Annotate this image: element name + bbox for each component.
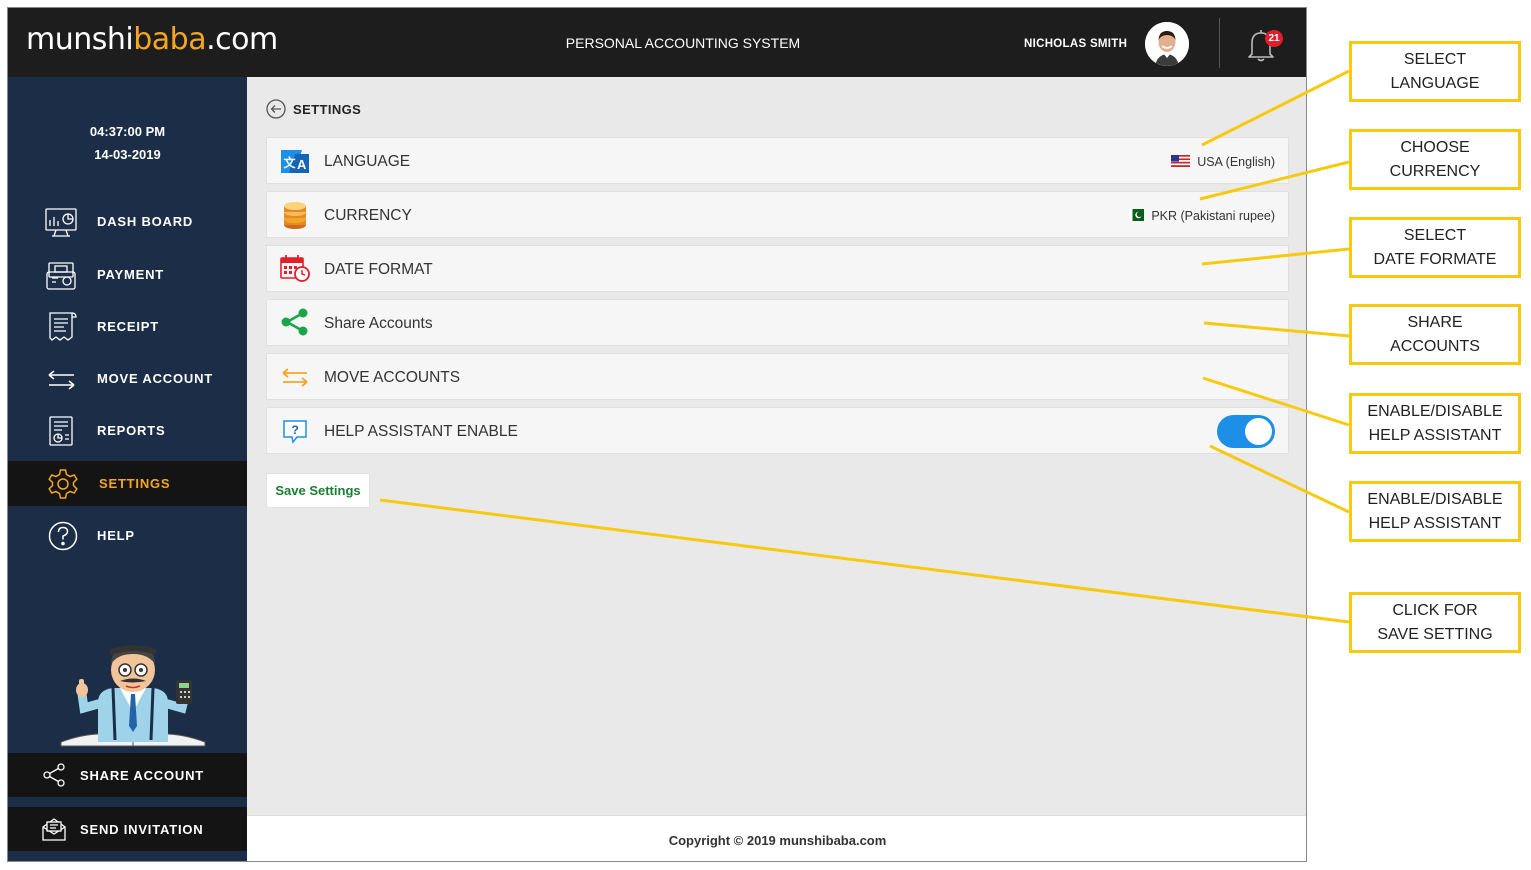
- callout-share-accounts: SHARE ACCOUNTS: [1349, 304, 1521, 365]
- setting-row-share-accounts[interactable]: Share Accounts: [266, 299, 1289, 346]
- sidebar-item-payment[interactable]: PAYMENT: [8, 253, 247, 296]
- svg-text:文: 文: [284, 155, 297, 170]
- clock-time: 04:37:00 PM: [89, 124, 166, 139]
- send-invitation-button[interactable]: SEND INVITATION: [8, 807, 247, 851]
- setting-label: LANGUAGE: [324, 153, 411, 170]
- setting-row-help-assistant: ? HELP ASSISTANT ENABLE: [266, 407, 1289, 454]
- logo-text-1: munshi: [26, 22, 134, 57]
- logo-text-3: .com: [206, 22, 278, 57]
- notification-badge: 21: [1265, 30, 1283, 47]
- sidebar-item-label: REPORTS: [97, 423, 166, 438]
- reports-icon: [44, 414, 78, 448]
- setting-label: CURRENCY: [324, 207, 412, 224]
- callout-help-assistant-toggle: ENABLE/DISABLE HELP ASSISTANT: [1349, 481, 1521, 542]
- pk-flag-icon: [1129, 209, 1145, 221]
- callout-help-assistant: ENABLE/DISABLE HELP ASSISTANT: [1349, 393, 1521, 454]
- footer: Copyright © 2019 munshibaba.com: [247, 815, 1306, 861]
- sidebar-item-label: PAYMENT: [97, 267, 165, 282]
- sidebar-item-receipt[interactable]: RECEIPT: [8, 305, 247, 348]
- payment-icon: [44, 258, 78, 292]
- setting-row-language[interactable]: 文 A LANGUAGE USA (English): [266, 137, 1289, 184]
- sidebar-item-label: SETTINGS: [99, 476, 171, 491]
- sidebar-item-dashboard[interactable]: DASH BOARD: [8, 200, 247, 243]
- sidebar-item-label: RECEIPT: [97, 319, 159, 334]
- share-icon: [280, 308, 310, 336]
- sidebar-item-label: HELP: [97, 528, 135, 543]
- setting-label: DATE FORMAT: [324, 261, 433, 278]
- callout-choose-currency: CHOOSE CURRENCY: [1349, 129, 1521, 190]
- language-value-text: USA (English): [1197, 155, 1275, 169]
- help-chat-icon: ?: [280, 418, 310, 444]
- clock: 04:37:00 PM 14-03-2019: [8, 120, 247, 166]
- setting-label: HELP ASSISTANT ENABLE: [324, 423, 518, 440]
- help-assistant-toggle[interactable]: [1217, 415, 1275, 448]
- setting-label: MOVE ACCOUNTS: [324, 369, 461, 386]
- setting-row-currency[interactable]: CURRENCY PKR (Pakistani rupee): [266, 191, 1289, 238]
- logo[interactable]: munshibaba.com: [26, 22, 278, 57]
- transfer-arrows-icon: [280, 364, 310, 390]
- currency-value[interactable]: PKR (Pakistani rupee): [1129, 209, 1275, 223]
- setting-label: Share Accounts: [324, 315, 433, 332]
- top-bar: munshibaba.com PERSONAL ACCOUNTING SYSTE…: [8, 8, 1306, 77]
- copyright-text: Copyright © 2019 munshibaba.com: [668, 833, 887, 848]
- user-name[interactable]: NICHOLAS SMITH: [1024, 38, 1127, 50]
- app-window: munshibaba.com PERSONAL ACCOUNTING SYSTE…: [7, 7, 1307, 862]
- sidebar-item-label: MOVE ACCOUNT: [97, 371, 214, 386]
- svg-text:?: ?: [292, 423, 299, 437]
- coins-icon: [280, 202, 310, 229]
- share-icon: [42, 763, 66, 787]
- save-settings-button[interactable]: Save Settings: [266, 473, 370, 508]
- app-title: PERSONAL ACCOUNTING SYSTEM: [565, 35, 801, 51]
- currency-value-text: PKR (Pakistani rupee): [1151, 209, 1275, 223]
- send-invitation-label: SEND INVITATION: [80, 822, 204, 837]
- sidebar: 04:37:00 PM 14-03-2019 DASH BOARD PAYMEN…: [8, 77, 247, 861]
- translate-icon: 文 A: [280, 148, 310, 174]
- mascot-illustration: [58, 642, 208, 747]
- sidebar-item-help[interactable]: HELP: [8, 514, 247, 557]
- us-flag-icon: [1171, 155, 1191, 167]
- share-account-button[interactable]: SHARE ACCOUNT: [8, 753, 247, 797]
- callout-select-language: SELECT LANGUAGE: [1349, 41, 1521, 102]
- move-account-icon: [44, 362, 78, 396]
- sidebar-item-move-account[interactable]: MOVE ACCOUNT: [8, 357, 247, 400]
- logo-text-2: baba: [133, 22, 207, 57]
- sidebar-item-label: DASH BOARD: [97, 214, 194, 229]
- clock-date: 14-03-2019: [94, 147, 161, 162]
- avatar[interactable]: [1145, 22, 1189, 66]
- setting-row-date-format[interactable]: DATE FORMAT: [266, 245, 1289, 292]
- callout-save-setting: CLICK FOR SAVE SETTING: [1349, 592, 1521, 653]
- callout-select-date-format: SELECT DATE FORMATE: [1349, 217, 1521, 278]
- envelope-icon: [42, 817, 66, 841]
- page-title: SETTINGS: [293, 102, 362, 117]
- dashboard-icon: [44, 205, 78, 239]
- receipt-icon: [44, 310, 78, 344]
- sidebar-item-reports[interactable]: REPORTS: [8, 409, 247, 452]
- toggle-knob: [1245, 418, 1272, 445]
- header-divider: [1219, 18, 1220, 68]
- main-content: SETTINGS 文 A LANGUAGE USA (English) CURR…: [247, 77, 1306, 815]
- language-value[interactable]: USA (English): [1171, 155, 1275, 169]
- sidebar-item-settings[interactable]: SETTINGS: [8, 461, 247, 506]
- svg-text:A: A: [297, 157, 307, 172]
- calendar-clock-icon: [280, 255, 310, 282]
- setting-row-move-accounts[interactable]: MOVE ACCOUNTS: [266, 353, 1289, 400]
- help-icon: [46, 519, 80, 553]
- share-account-label: SHARE ACCOUNT: [80, 768, 205, 783]
- gear-icon: [46, 467, 80, 501]
- back-arrow-icon[interactable]: [266, 99, 286, 119]
